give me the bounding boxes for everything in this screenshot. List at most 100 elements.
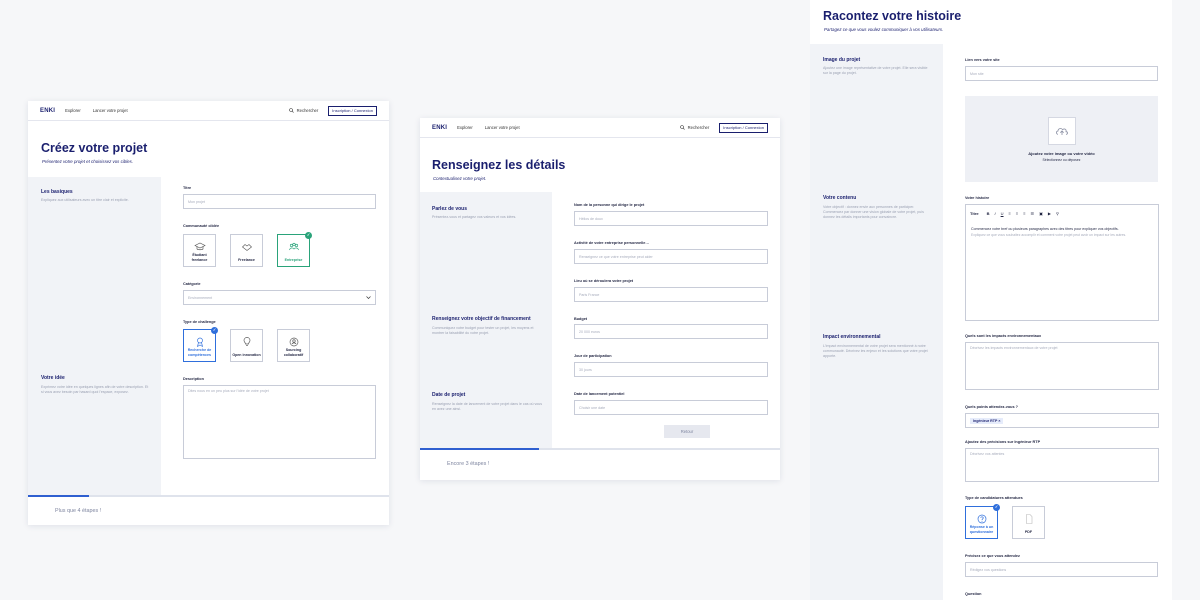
logo[interactable]: ENKI <box>432 125 447 131</box>
handshake-icon <box>241 244 252 251</box>
login-button[interactable]: Inscription / Connexion <box>719 122 768 133</box>
screen-project-details: ENKI Explorer Lancer votre projet Recher… <box>420 118 780 480</box>
challenge-option-skills[interactable]: Recherche de compétences ✓ <box>183 327 218 362</box>
media-dropzone[interactable]: Ajoutez votre image ou votre vidéo Sélec… <box>965 96 1158 182</box>
field-label: Votre histoire <box>965 196 990 200</box>
back-button[interactable]: Retour <box>664 425 710 438</box>
graduation-cap-icon <box>193 242 206 251</box>
section-desc: L'impact environnemental de votre projet… <box>823 344 928 358</box>
nav-explore[interactable]: Explorer <box>457 125 473 130</box>
steps-remaining: Encore 3 étapes ! <box>447 461 490 467</box>
screen-tell-story: Racontez votre histoire Partagez ce que … <box>810 0 1172 600</box>
page-title: Racontez votre histoire <box>823 9 962 23</box>
team-icon <box>288 242 299 251</box>
budget-input[interactable]: 20 000 euros <box>574 324 768 339</box>
section-title: Date de projet <box>432 392 466 398</box>
candidature-option-questionnaire[interactable]: Réponse à un questionnaire ✓ <box>965 504 1000 539</box>
underline-icon[interactable]: U <box>1001 211 1004 216</box>
field-label: Description <box>183 377 204 381</box>
company-activity-input[interactable]: Renseignez ce que votre entreprise peut … <box>574 249 768 264</box>
option-label: Étudiant freelance <box>191 253 208 262</box>
nav-explore[interactable]: Explorer <box>65 108 81 113</box>
cloud-upload-icon <box>1055 127 1068 135</box>
community-option-freelance[interactable]: Freelance <box>230 234 263 267</box>
dropzone-title: Ajoutez votre image ou votre vidéo <box>1028 150 1095 156</box>
leader-name-input[interactable]: Hélios de doux <box>574 211 768 226</box>
skills-tag-input[interactable]: Ingénieur RTP × <box>965 413 1159 428</box>
check-icon: ✓ <box>211 327 218 334</box>
impact-textarea[interactable]: Décrivez les impacts environnementaux de… <box>965 342 1159 390</box>
field-label: Catégorie <box>183 282 201 286</box>
title-input[interactable]: Mon projet <box>183 194 376 209</box>
field-label: Ajoutez des précisions sur Ingénieur RTP <box>965 440 1041 444</box>
link-icon[interactable]: ⚲ <box>1056 211 1059 216</box>
section-title: Impact environnemental <box>823 334 881 340</box>
nav-launch[interactable]: Lancer votre projet <box>93 108 128 113</box>
launch-date-input[interactable]: Choisir une date <box>574 400 768 415</box>
align-left-icon[interactable]: ≡ <box>1009 211 1011 216</box>
logo[interactable]: ENKI <box>40 108 55 114</box>
section-desc: Renseignez la date de lancement de votre… <box>432 402 543 411</box>
check-icon: ✓ <box>993 504 1000 511</box>
section-title: Renseignez votre objectif de financement <box>432 316 531 322</box>
progress-fill <box>28 495 90 497</box>
align-center-icon[interactable]: ≡ <box>1016 211 1018 216</box>
field-label: Nom de la personne qui dirige le projet <box>574 203 645 207</box>
participation-days-input[interactable]: 30 jours <box>574 362 768 377</box>
option-label: Recherche de compétences <box>187 348 212 357</box>
field-label: Type de challenge <box>183 320 216 324</box>
search-icon <box>679 125 685 130</box>
candidature-option-pdf[interactable]: PDF <box>1012 506 1045 539</box>
chevron-down-icon <box>366 296 371 299</box>
field-label: Question <box>965 592 982 596</box>
field-label: Date de lancement potentiel <box>574 392 625 396</box>
section-desc: Présentez-vous et partagez vos valeurs e… <box>432 215 517 219</box>
community-option-student[interactable]: Étudiant freelance <box>183 234 216 267</box>
field-label: Quels points attendez-vous ? <box>965 405 1018 409</box>
bold-icon[interactable]: B <box>987 211 990 216</box>
section-title: Les basiques <box>41 189 73 195</box>
option-label: Réponse à un questionnaire <box>969 525 994 534</box>
image-icon[interactable]: ▣ <box>1039 211 1043 216</box>
website-link-input[interactable]: Mon site <box>965 66 1158 81</box>
sidebar <box>810 44 943 600</box>
top-navbar: ENKI Explorer Lancer votre projet Recher… <box>28 101 389 121</box>
document-icon <box>1025 514 1032 524</box>
video-icon[interactable]: ▶ <box>1048 211 1051 216</box>
section-desc: Votre objectif : donnez envie aux person… <box>823 205 924 219</box>
section-desc: Exprimez votre idée en quelques lignes a… <box>41 385 149 394</box>
category-select[interactable]: Environnement <box>183 290 376 305</box>
challenge-option-open-innovation[interactable]: Open innovation <box>230 329 263 362</box>
story-editor[interactable]: Titre B I U ≡ ≡ ≡ ☰ ▣ ▶ ⚲ Commencez votr… <box>965 204 1159 321</box>
heading-dropdown[interactable]: Titre <box>970 211 979 216</box>
location-input[interactable]: Paris France <box>574 287 768 302</box>
option-label: Freelance <box>238 257 255 262</box>
community-option-company[interactable]: Entreprise ✓ <box>277 232 312 267</box>
italic-icon[interactable]: I <box>995 211 996 216</box>
page-subtitle: Partagez ce que vous voulez communiquer … <box>824 27 944 32</box>
search-label: Rechercher <box>296 108 319 113</box>
option-label: Open innovation <box>232 352 261 357</box>
section-desc: Expliquez aux utilisateurs avec un titre… <box>41 198 129 202</box>
challenge-option-sourcing[interactable]: Sourcing collaboratif <box>277 329 310 362</box>
skill-tag[interactable]: Ingénieur RTP × <box>970 417 1004 424</box>
search-icon <box>288 108 294 113</box>
login-button[interactable]: Inscription / Connexion <box>328 105 377 116</box>
question-icon <box>977 514 986 524</box>
description-textarea[interactable]: Dites nous en un peu plus sur l'idée de … <box>183 385 376 459</box>
category-value: Environnement <box>188 295 213 300</box>
questions-input[interactable]: Rédigez vos questions <box>965 562 1158 577</box>
page-title: Créez votre projet <box>41 141 148 155</box>
field-label: Activité de votre entreprise personnelle… <box>574 241 650 245</box>
editor-text: Commencez votre bref ou plusieurs paragr… <box>971 227 1119 231</box>
close-icon[interactable]: × <box>998 419 1000 423</box>
lightbulb-icon <box>243 337 250 346</box>
nav-launch[interactable]: Lancer votre projet <box>485 125 520 130</box>
section-title: Image du projet <box>823 57 861 63</box>
align-right-icon[interactable]: ≡ <box>1023 211 1025 216</box>
list-icon[interactable]: ☰ <box>1031 211 1035 216</box>
precision-textarea[interactable]: Décrivez vos attentes <box>965 448 1159 482</box>
check-icon: ✓ <box>305 232 312 239</box>
search-link[interactable]: Rechercher <box>288 108 319 113</box>
search-link[interactable]: Rechercher <box>679 125 709 130</box>
